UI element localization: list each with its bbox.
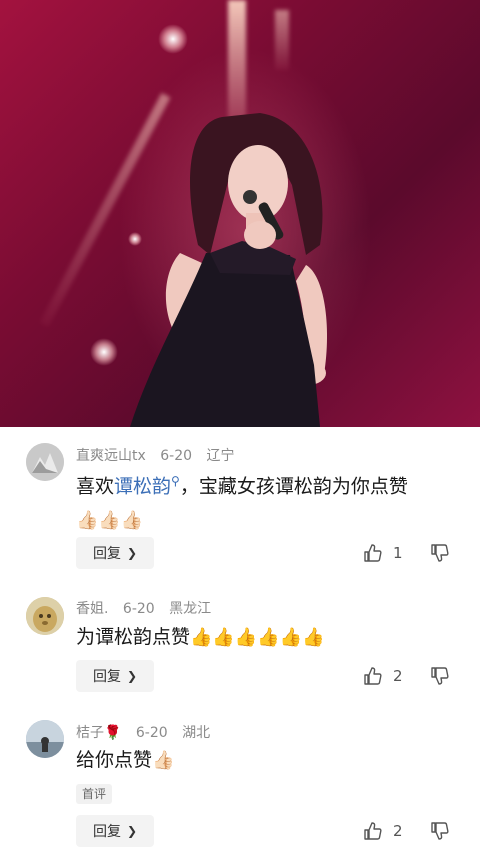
- comment-meta: 香姐. 6-20 黑龙江: [76, 598, 221, 618]
- comment-date: 6-20: [160, 448, 193, 464]
- dislike-button[interactable]: [430, 666, 450, 690]
- chevron-right-icon: ❯: [126, 546, 138, 560]
- thumbs-down-icon: [431, 544, 449, 562]
- comment-text-part: 给你点赞: [76, 749, 153, 771]
- username[interactable]: 直爽远山tx: [76, 448, 146, 464]
- thumbs-up-emoji: 👍🏻👍🏻👍🏻: [76, 510, 144, 532]
- singer-figure: [130, 113, 328, 427]
- avatar-image: [26, 443, 64, 481]
- comment-text: 为谭松韵点赞👍👍👍👍👍👍: [76, 620, 456, 655]
- avatar-image: [26, 720, 64, 758]
- avatar[interactable]: [26, 443, 64, 481]
- like-count: 2: [393, 667, 403, 685]
- avatar[interactable]: [26, 720, 64, 758]
- chevron-right-icon: ❯: [126, 669, 138, 683]
- comment-region: 黑龙江: [169, 601, 212, 617]
- chevron-right-icon: ❯: [126, 824, 138, 838]
- comment-item: 桔子🌹 6-20 湖北 给你点赞👍🏻 首评 回复 ❯ 2: [0, 704, 480, 853]
- comment-date: 6-20: [135, 725, 168, 741]
- reply-label: 回复: [92, 824, 121, 840]
- comment-region: 辽宁: [206, 448, 235, 464]
- comment-text-part: 为谭松韵点赞: [76, 626, 191, 648]
- avatar-image: [26, 597, 64, 635]
- search-link[interactable]: 谭松韵: [114, 475, 171, 497]
- search-icon[interactable]: ⚲: [171, 474, 180, 488]
- thumbs-up-icon: [364, 667, 382, 685]
- avatar[interactable]: [26, 597, 64, 635]
- comment-meta: 直爽远山tx 6-20 辽宁: [76, 445, 244, 465]
- comment-meta: 桔子🌹 6-20 湖北: [76, 722, 220, 742]
- reply-label: 回复: [92, 669, 121, 685]
- thumbs-down-icon: [431, 822, 449, 840]
- reply-button[interactable]: 回复 ❯: [76, 815, 154, 847]
- thumbs-down-icon: [431, 667, 449, 685]
- thumbs-up-emoji: 👍👍👍👍👍👍: [190, 627, 325, 648]
- dislike-button[interactable]: [430, 821, 450, 845]
- comment-text-part: ，宝藏女孩谭松韵为你点赞: [179, 475, 408, 498]
- reply-button[interactable]: 回复 ❯: [76, 537, 154, 569]
- dislike-button[interactable]: [430, 543, 450, 567]
- username[interactable]: 香姐.: [76, 601, 108, 617]
- reply-button[interactable]: 回复 ❯: [76, 660, 154, 692]
- comment-text: 给你点赞👍🏻: [76, 743, 456, 778]
- thumbs-up-icon: [364, 822, 382, 840]
- comment-date: 6-20: [122, 601, 155, 617]
- comment-text-part: 喜欢: [76, 475, 115, 498]
- comment-item: 香姐. 6-20 黑龙江 为谭松韵点赞👍👍👍👍👍👍 回复 ❯ 2: [0, 580, 480, 700]
- first-comment-badge: 首评: [76, 784, 113, 804]
- reply-label: 回复: [92, 546, 121, 562]
- thumbs-up-emoji: 👍🏻: [152, 750, 175, 771]
- comment-item: 直爽远山tx 6-20 辽宁 喜欢谭松韵⚲，宝藏女孩谭松韵为你点赞👍🏻👍🏻👍🏻 …: [0, 427, 480, 577]
- like-count: 1: [393, 544, 403, 562]
- like-button[interactable]: 2: [363, 821, 403, 841]
- stage-light-flare: [158, 24, 188, 54]
- stage-light-beam: [275, 10, 289, 70]
- thumbs-up-icon: [364, 544, 382, 562]
- comment-text: 喜欢谭松韵⚲，宝藏女孩谭松韵为你点赞 👍🏻👍🏻👍🏻: [76, 464, 456, 538]
- video-player[interactable]: [0, 0, 480, 427]
- username[interactable]: 桔子🌹: [76, 725, 121, 741]
- comment-region: 湖北: [182, 725, 211, 741]
- like-button[interactable]: 1: [363, 543, 403, 563]
- like-button[interactable]: 2: [363, 666, 403, 686]
- like-count: 2: [393, 822, 403, 840]
